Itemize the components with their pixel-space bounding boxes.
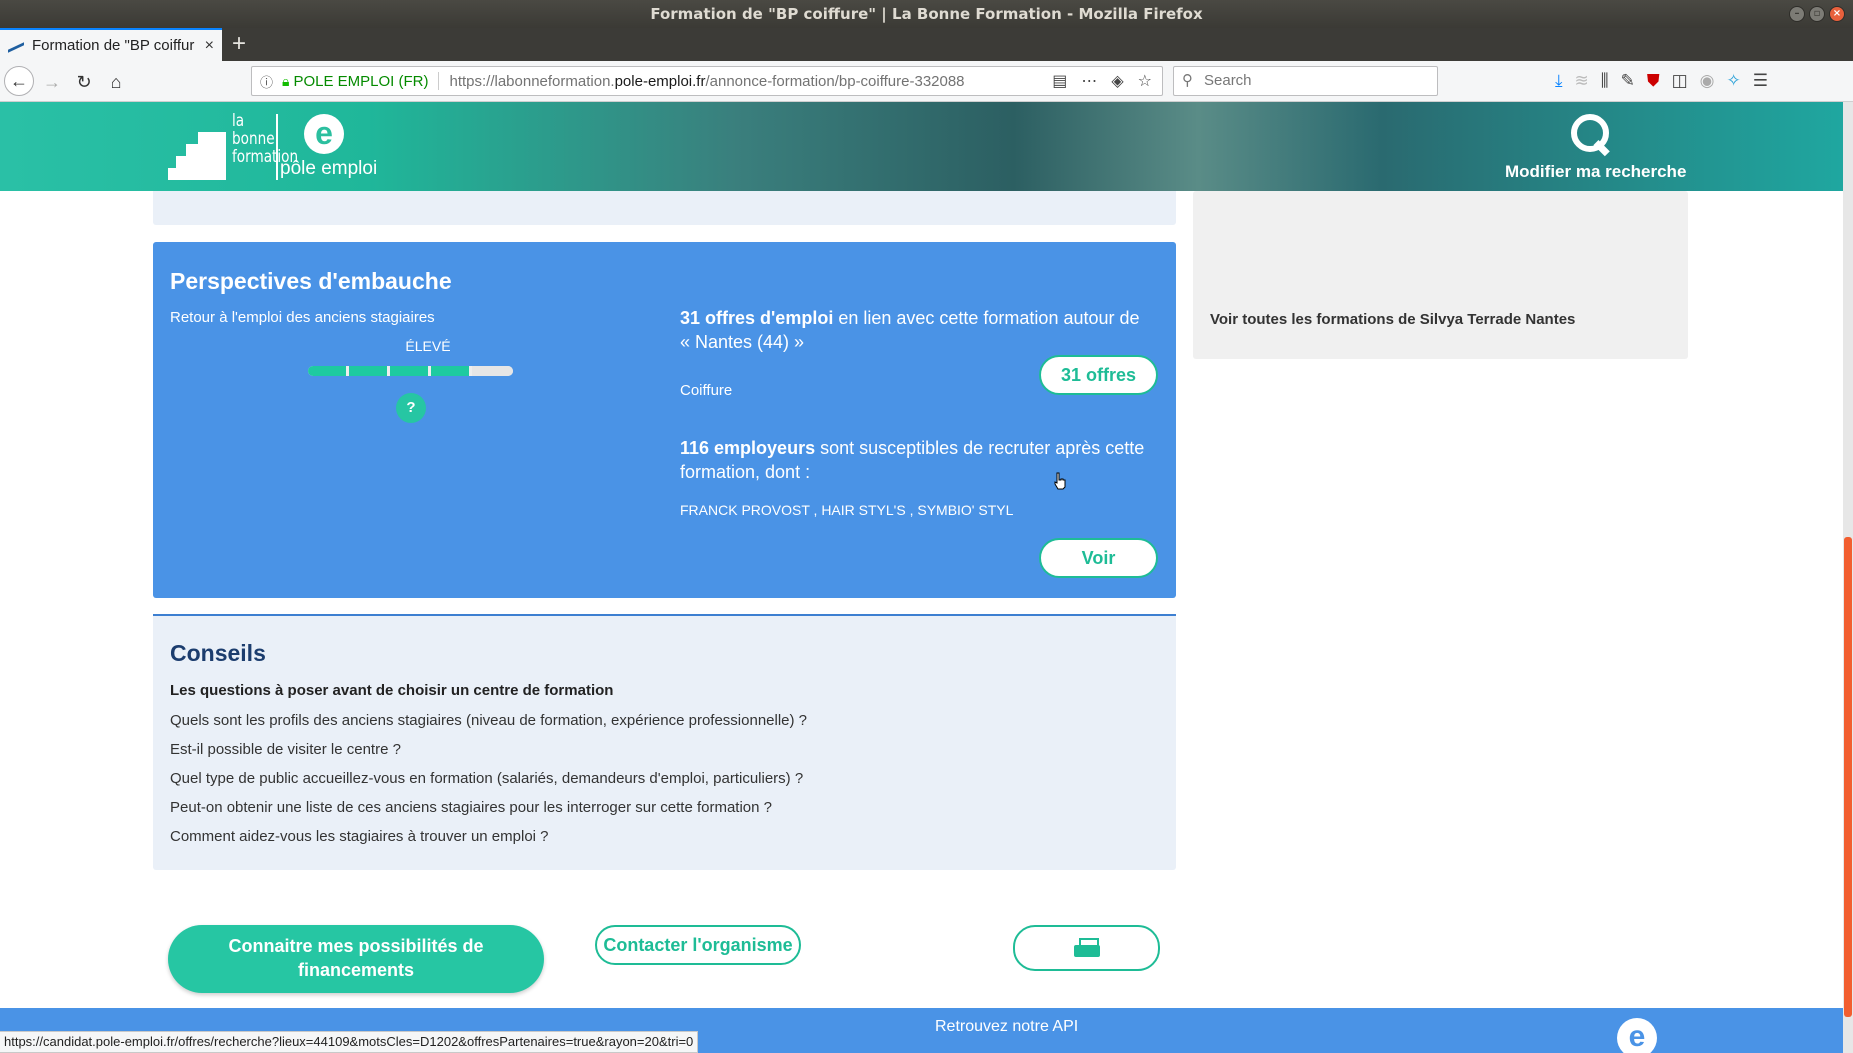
search-placeholder: Search: [1204, 72, 1252, 89]
list-item: Quels sont les profils des anciens stagi…: [170, 712, 808, 729]
search-icon: ⚲: [1182, 72, 1193, 89]
all-formations-link[interactable]: Voir toutes les formations de Silvya Ter…: [1210, 311, 1575, 328]
back-button[interactable]: ←: [4, 66, 34, 96]
perspectives-title: Perspectives d'embauche: [170, 268, 452, 294]
employeurs-list: FRANCK PROVOST , HAIR STYL'S , SYMBIO' S…: [680, 502, 1014, 518]
site-info-icon[interactable]: ⓘ: [260, 72, 280, 91]
window-titlebar: Formation de "BP coiffure" | La Bonne Fo…: [0, 0, 1853, 28]
pole-emploi-footer-icon[interactable]: e: [1617, 1018, 1657, 1053]
downloads-icon[interactable]: ⤓: [1555, 71, 1563, 91]
contact-organisme-button[interactable]: Contacter l'organisme: [595, 925, 801, 965]
questions-list: Quels sont les profils des anciens stagi…: [170, 709, 807, 854]
la-bonne-formation-logo[interactable]: la bonne formation: [168, 112, 298, 182]
tab-title: Formation de "BP coiffur: [32, 37, 195, 54]
url-text[interactable]: https://labonneformation.pole-emploi.fr/…: [449, 73, 1052, 90]
status-bar: https://candidat.pole-emploi.fr/offres/r…: [0, 1031, 699, 1053]
pole-emploi-text: pôle emploi: [280, 158, 378, 179]
sync-extension-icon[interactable]: ✧: [1727, 71, 1741, 91]
menu-icon[interactable]: ☰: [1753, 71, 1768, 91]
maximize-button[interactable]: ▫: [1809, 6, 1825, 22]
pole-emploi-icon: e: [304, 114, 344, 154]
url-bar[interactable]: ⓘ 🔒︎ POLE EMPLOI (FR) https://labonnefor…: [251, 66, 1163, 96]
hand-cursor-icon: [1054, 472, 1066, 490]
conseils-title: Conseils: [170, 640, 266, 666]
forward-button[interactable]: →: [38, 68, 66, 96]
list-item: Quel type de public accueillez-vous en f…: [170, 770, 804, 787]
list-item: Est-il possible de visiter le centre ?: [170, 741, 401, 758]
bookmark-star-icon[interactable]: ☆: [1138, 71, 1152, 91]
offres-button[interactable]: 31 offres: [1039, 355, 1158, 395]
api-link[interactable]: Retrouvez notre API: [935, 1018, 1078, 1036]
home-button[interactable]: ⌂: [102, 68, 130, 96]
modify-search-button[interactable]: Modifier ma recherche: [1505, 112, 1687, 182]
page-scrollbar[interactable]: [1843, 102, 1853, 1053]
site-header: la bonne formation e pôle emploi Modifie…: [0, 102, 1843, 191]
metier-label: Coiffure: [680, 382, 733, 399]
reader-view-icon[interactable]: ▤: [1052, 71, 1067, 91]
voir-employeurs-button[interactable]: Voir: [1039, 538, 1158, 578]
list-item: Comment aidez-vous les stagiaires à trou…: [170, 828, 549, 845]
sidebar-box: Voir toutes les formations de Silvya Ter…: [1193, 191, 1688, 359]
modify-search-label: Modifier ma recherche: [1505, 162, 1687, 181]
perspectives-section: Perspectives d'embauche Retour à l'emplo…: [153, 242, 1176, 598]
printer-icon: [1073, 938, 1100, 960]
extension-icon[interactable]: ◉: [1700, 71, 1715, 91]
retour-emploi-gauge: [308, 366, 513, 376]
gauge-segment-filled: [349, 366, 387, 376]
help-button[interactable]: ?: [396, 393, 426, 423]
toolbar-icons: ⤓ ≋ ⫼ ✎ ⛊ ◫ ◉ ✧ ☰: [1555, 71, 1768, 91]
employeurs-description: 116 employeurs sont susceptibles de recr…: [680, 436, 1150, 484]
window-controls: – ▫ ×: [1789, 6, 1845, 22]
conseils-subtitle: Les questions à poser avant de choisir u…: [170, 682, 614, 699]
library-icon[interactable]: ⫼: [1601, 71, 1609, 91]
level-label: ÉLEVÉ: [405, 338, 451, 354]
url-actions: ▤ ⋯ ◈ ☆: [1052, 71, 1152, 91]
new-tab-button[interactable]: +: [232, 30, 246, 58]
page-viewport: la bonne formation e pôle emploi Modifie…: [0, 102, 1843, 1053]
gauge-segment-filled: [308, 366, 346, 376]
close-window-button[interactable]: ×: [1829, 6, 1845, 22]
financement-button[interactable]: Connaitre mes possibilités de financemen…: [168, 925, 544, 993]
list-item: Peut-on obtenir une liste de ces anciens…: [170, 799, 772, 816]
offres-description: 31 offres d'emploi en lien avec cette fo…: [680, 306, 1150, 354]
page-actions-icon[interactable]: ⋯: [1081, 71, 1097, 91]
tab-bar: Formation de "BP coiffur × +: [0, 28, 1853, 61]
employeurs-count: 116 employeurs: [680, 438, 816, 458]
minimize-button[interactable]: –: [1789, 6, 1805, 22]
lock-icon: 🔒︎: [282, 72, 290, 89]
steps-logo-icon: [168, 132, 226, 180]
gauge-segment-filled: [431, 366, 469, 376]
search-icon: [1569, 112, 1611, 154]
print-button[interactable]: [1013, 925, 1160, 971]
logo-word-la: la: [232, 111, 245, 131]
tab-active[interactable]: Formation de "BP coiffur ×: [0, 28, 222, 61]
url-domain: pole-emploi.fr: [614, 72, 706, 90]
ublock-icon[interactable]: ⛊: [1647, 71, 1660, 91]
gauge-segment-empty: [472, 366, 513, 376]
tab-close-icon[interactable]: ×: [205, 37, 214, 55]
site-favicon-icon: [8, 40, 24, 52]
logo-divider: [276, 114, 278, 180]
reload-button[interactable]: ↻: [70, 68, 98, 96]
url-path: /annonce-formation/bp-coiffure-332088: [705, 72, 965, 90]
certificate-org: POLE EMPLOI (FR): [293, 72, 429, 90]
sidebar-icon[interactable]: ◫: [1672, 71, 1688, 91]
conseils-section: Conseils Les questions à poser avant de …: [153, 614, 1176, 870]
rss-icon[interactable]: ≋: [1575, 71, 1589, 91]
search-input[interactable]: ⚲ Search: [1173, 66, 1438, 96]
previous-section-bottom: [153, 191, 1176, 225]
url-prefix: https://labonneformation.: [449, 72, 615, 90]
gauge-segment-filled: [390, 366, 428, 376]
retour-emploi-label: Retour à l'emploi des anciens stagiaires: [170, 309, 435, 326]
eyedropper-icon[interactable]: ✎: [1621, 71, 1635, 91]
window-title: Formation de "BP coiffure" | La Bonne Fo…: [650, 5, 1203, 23]
pocket-icon[interactable]: ◈: [1111, 71, 1123, 91]
offres-count: 31 offres d'emploi: [680, 308, 834, 328]
logo-word-bonne: bonne: [232, 129, 275, 149]
scrollbar-thumb[interactable]: [1844, 537, 1852, 1017]
url-separator: [438, 72, 440, 90]
navigation-bar: ← → ↻ ⌂ ⓘ 🔒︎ POLE EMPLOI (FR) https://la…: [0, 61, 1853, 102]
